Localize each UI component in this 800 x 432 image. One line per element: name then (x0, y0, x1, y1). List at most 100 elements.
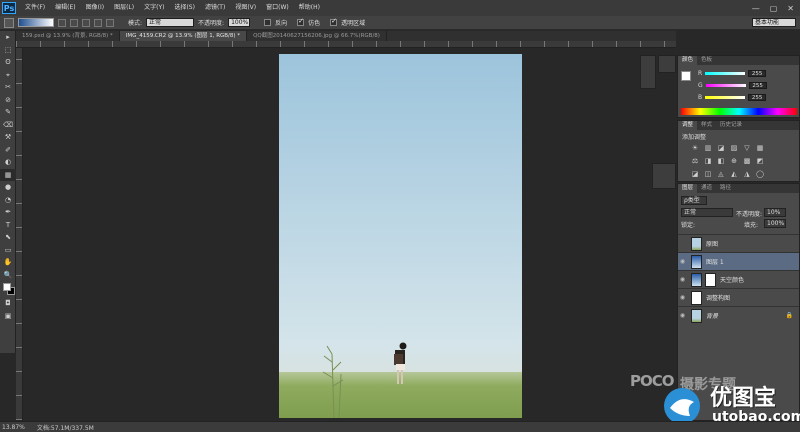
menu-edit[interactable]: 编辑(E) (50, 0, 80, 16)
tab-layers[interactable]: 图层 (678, 184, 698, 193)
diamond-gradient-icon[interactable] (106, 18, 114, 27)
maximize-button[interactable]: ▢ (770, 4, 778, 13)
blend-mode-select[interactable]: 正常 (681, 208, 733, 217)
channel-g-slider[interactable] (705, 84, 746, 87)
close-button[interactable]: ✕ (787, 4, 794, 13)
collapsed-panel-dock[interactable] (640, 55, 656, 89)
color-spectrum[interactable] (681, 108, 797, 115)
gradient-tool-icon[interactable] (4, 17, 14, 28)
stamp-tool-icon[interactable]: ⚒ (0, 131, 16, 144)
eraser-tool-icon[interactable]: ⌫ (0, 119, 16, 132)
eye-icon[interactable]: ◉ (678, 276, 687, 283)
eye-icon[interactable]: ◉ (678, 258, 687, 265)
layer-opacity-input[interactable]: 10% (764, 208, 786, 217)
photo-filter-icon[interactable]: ◧ (716, 156, 726, 166)
move-tool-icon[interactable]: ▸ (0, 31, 16, 44)
selective-color-icon[interactable]: ◬ (716, 169, 726, 179)
tab-jpg[interactable]: QQ截图20140627156206.jpg @ 66.7%(RGB/8) (247, 31, 387, 41)
curves-icon[interactable]: ◪ (716, 143, 726, 153)
gradient-tool-icon[interactable]: ▦ (0, 168, 16, 181)
mode-select[interactable]: 正常 (146, 18, 195, 27)
layer-name[interactable]: 图层 1 (706, 257, 724, 266)
marquee-tool-icon[interactable]: ⬚ (0, 44, 16, 57)
tab-styles[interactable]: 样式 (697, 121, 716, 130)
channel-b-value[interactable]: 255 (748, 94, 767, 101)
menu-view[interactable]: 视图(V) (230, 0, 261, 16)
threshold-icon[interactable]: ◫ (703, 169, 713, 179)
vibrance-icon[interactable]: ▽ (742, 143, 752, 153)
menu-file[interactable]: 文件(F) (20, 0, 50, 16)
fill-input[interactable]: 100% (764, 219, 786, 228)
tab-paths[interactable]: 路径 (716, 184, 735, 193)
eye-icon[interactable]: ◉ (678, 312, 687, 319)
adjust-18-icon[interactable]: ◯ (755, 169, 765, 179)
quick-mask-icon[interactable]: ◘ (0, 297, 16, 310)
screen-mode-icon[interactable]: ▣ (0, 310, 16, 323)
crop-tool-icon[interactable]: ✂ (0, 81, 16, 94)
color-swatches[interactable] (0, 281, 16, 297)
layer-name[interactable]: 调整构图 (706, 293, 730, 302)
eye-icon[interactable]: ◉ (678, 294, 687, 301)
zoom-tool-icon[interactable]: 🔍 (0, 269, 16, 282)
menu-image[interactable]: 图像(I) (81, 0, 109, 16)
layer-row[interactable]: ◉ 图层 1 (678, 252, 799, 270)
healing-tool-icon[interactable]: ✎ (0, 106, 16, 119)
menu-type[interactable]: 文字(Y) (139, 0, 169, 16)
channel-r-slider[interactable] (705, 72, 746, 75)
collapsed-panel-dock-2[interactable] (652, 163, 676, 189)
layer-name[interactable]: 天空颜色 (720, 275, 744, 284)
channel-b-slider[interactable] (705, 96, 746, 99)
layer-row[interactable]: ◉ 背景 🔒 (678, 306, 799, 324)
horizontal-ruler[interactable] (16, 41, 676, 48)
history-brush-tool-icon[interactable]: ◐ (0, 156, 16, 169)
channel-r-value[interactable]: 255 (748, 70, 767, 77)
pen-tool-icon[interactable]: ✒ (0, 206, 16, 219)
color-balance-icon[interactable]: ⚖ (690, 156, 700, 166)
menu-filter[interactable]: 滤镜(T) (200, 0, 230, 16)
tab-color[interactable]: 颜色 (678, 56, 698, 65)
layer-mask-thumbnail[interactable] (705, 272, 716, 287)
eyedropper-tool-icon[interactable]: ⊘ (0, 94, 16, 107)
channel-mixer-icon[interactable]: ⊕ (729, 156, 739, 166)
layer-name[interactable]: 背景 (706, 311, 718, 320)
zoom-level[interactable]: 13.87% (2, 424, 25, 431)
fg-color-chip[interactable] (681, 71, 691, 81)
opacity-input[interactable]: 100% (228, 18, 251, 27)
reflected-gradient-icon[interactable] (94, 18, 102, 27)
posterize-icon[interactable]: ◪ (690, 169, 700, 179)
menu-window[interactable]: 窗口(W) (261, 0, 294, 16)
layer-row[interactable]: 原图 (678, 234, 799, 252)
hue-sat-icon[interactable]: ▦ (755, 143, 765, 153)
workspace-select[interactable]: 基本功能 (752, 18, 796, 27)
dodge-tool-icon[interactable]: ◔ (0, 194, 16, 207)
tab-adjustments[interactable]: 调整 (678, 121, 698, 130)
tab-history[interactable]: 历史记录 (716, 121, 746, 130)
linear-gradient-icon[interactable] (58, 18, 66, 27)
layer-row[interactable]: ◉ 调整构图 (678, 288, 799, 306)
reverse-checkbox[interactable] (264, 19, 272, 26)
tab-channels[interactable]: 通道 (697, 184, 716, 193)
tab-psd[interactable]: 159.psd @ 13.9% (背景, RGB/8) * (16, 31, 120, 41)
color-lookup-icon[interactable]: ▩ (742, 156, 752, 166)
gradient-picker[interactable] (18, 18, 54, 27)
lasso-tool-icon[interactable]: ʘ (0, 56, 16, 69)
layer-row[interactable]: ◉ 天空颜色 (678, 270, 799, 288)
menu-help[interactable]: 帮助(H) (294, 0, 325, 16)
document-canvas[interactable] (279, 54, 522, 418)
brush-tool-icon[interactable]: ✐ (0, 144, 16, 157)
vertical-ruler[interactable] (16, 48, 23, 420)
blur-tool-icon[interactable]: ● (0, 181, 16, 194)
path-select-tool-icon[interactable]: ⬉ (0, 231, 16, 244)
quick-select-tool-icon[interactable]: ⌖ (0, 69, 16, 82)
invert-icon[interactable]: ◩ (755, 156, 765, 166)
dither-checkbox[interactable] (297, 17, 305, 26)
angle-gradient-icon[interactable] (82, 18, 90, 27)
brightness-icon[interactable]: ☀ (690, 143, 700, 153)
black-white-icon[interactable]: ◨ (703, 156, 713, 166)
transparency-checkbox[interactable] (330, 17, 338, 26)
levels-icon[interactable]: ▥ (703, 143, 713, 153)
tab-swatches[interactable]: 色板 (697, 56, 716, 65)
layer-filter-select[interactable]: ρ类型 (681, 196, 707, 205)
gradient-map-icon[interactable]: ◭ (729, 169, 739, 179)
hand-tool-icon[interactable]: ✋ (0, 256, 16, 269)
